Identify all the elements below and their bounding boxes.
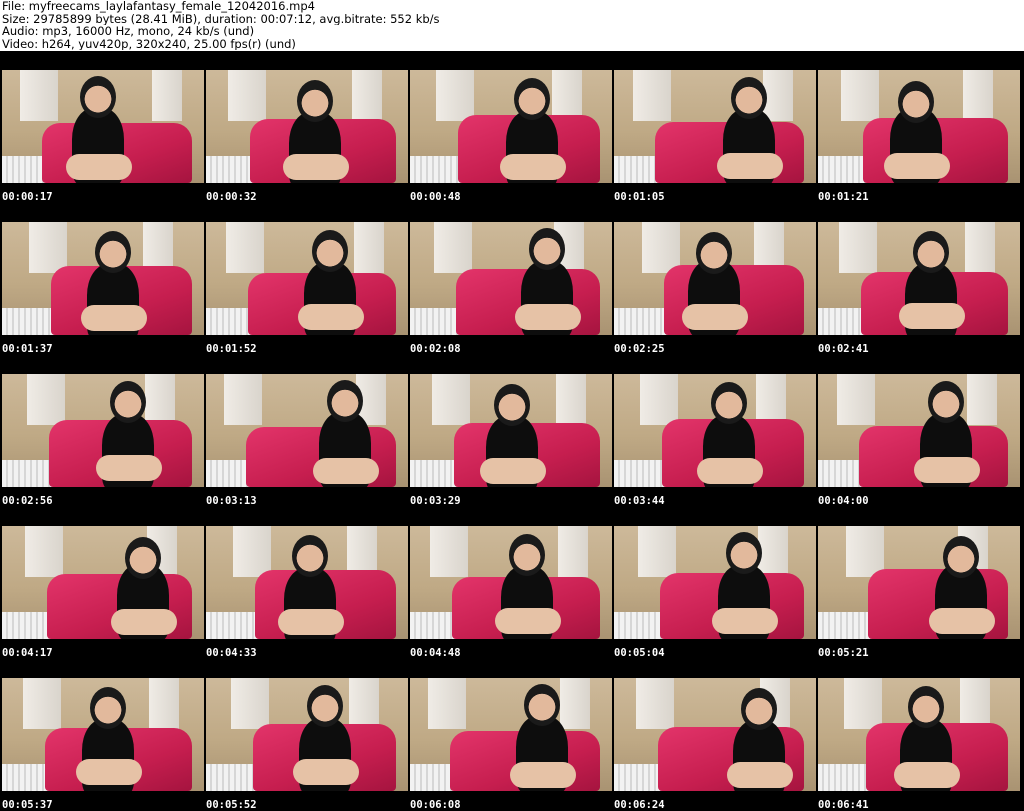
video-frame-thumbnail xyxy=(818,374,1020,487)
video-frame-thumbnail xyxy=(206,374,408,487)
thumbnail-cell: 00:03:29 xyxy=(408,355,612,507)
timestamp-label: 00:00:48 xyxy=(410,191,461,203)
video-frame-thumbnail xyxy=(2,70,204,183)
timestamp-label: 00:04:00 xyxy=(818,495,869,507)
timestamp-label: 00:05:52 xyxy=(206,799,257,811)
thumbnail-cell: 00:00:48 xyxy=(408,51,612,203)
timestamp-label: 00:02:56 xyxy=(2,495,53,507)
video-frame-thumbnail xyxy=(614,70,816,183)
thumbnail-cell: 00:03:13 xyxy=(204,355,408,507)
timestamp-label: 00:04:48 xyxy=(410,647,461,659)
timestamp-label: 00:01:37 xyxy=(2,343,53,355)
timestamp-label: 00:00:17 xyxy=(2,191,53,203)
thumbnail-cell: 00:00:32 xyxy=(204,51,408,203)
file-info-header: File: myfreecams_laylafantasy_female_120… xyxy=(0,0,1024,51)
timestamp-label: 00:06:08 xyxy=(410,799,461,811)
timestamp-label: 00:06:41 xyxy=(818,799,869,811)
thumbnail-grid: 00:00:17 00:00:32 00:00:48 00:01:05 00:01:21… xyxy=(0,51,1024,811)
thumbnail-cell: 00:04:00 xyxy=(816,355,1020,507)
video-frame-thumbnail xyxy=(410,678,612,791)
video-frame-thumbnail xyxy=(206,222,408,335)
timestamp-label: 00:03:44 xyxy=(614,495,665,507)
video-frame-thumbnail xyxy=(206,678,408,791)
video-frame-thumbnail xyxy=(614,374,816,487)
video-frame-thumbnail xyxy=(818,526,1020,639)
video-frame-thumbnail xyxy=(410,222,612,335)
timestamp-label: 00:06:24 xyxy=(614,799,665,811)
timestamp-label: 00:02:08 xyxy=(410,343,461,355)
thumbnail-cell: 00:06:41 xyxy=(816,659,1020,811)
timestamp-label: 00:01:52 xyxy=(206,343,257,355)
video-frame-thumbnail xyxy=(614,222,816,335)
audio-info-line: Audio: mp3, 16000 Hz, mono, 24 kb/s (und… xyxy=(2,25,255,38)
thumbnail-cell: 00:02:56 xyxy=(0,355,204,507)
video-frame-thumbnail xyxy=(614,526,816,639)
timestamp-label: 00:02:41 xyxy=(818,343,869,355)
timestamp-label: 00:05:21 xyxy=(818,647,869,659)
video-frame-thumbnail xyxy=(410,526,612,639)
video-frame-thumbnail xyxy=(206,526,408,639)
video-frame-thumbnail xyxy=(206,70,408,183)
thumbnail-cell: 00:01:37 xyxy=(0,203,204,355)
thumbnail-cell: 00:02:41 xyxy=(816,203,1020,355)
thumbnail-cell: 00:01:21 xyxy=(816,51,1020,203)
timestamp-label: 00:01:21 xyxy=(818,191,869,203)
video-frame-thumbnail xyxy=(818,222,1020,335)
video-frame-thumbnail xyxy=(2,374,204,487)
file-name-line: File: myfreecams_laylafantasy_female_120… xyxy=(2,0,315,13)
video-frame-thumbnail xyxy=(2,526,204,639)
thumbnail-cell: 00:05:52 xyxy=(204,659,408,811)
timestamp-label: 00:01:05 xyxy=(614,191,665,203)
thumbnail-cell: 00:03:44 xyxy=(612,355,816,507)
thumbnail-cell: 00:01:52 xyxy=(204,203,408,355)
timestamp-label: 00:05:37 xyxy=(2,799,53,811)
thumbnail-cell: 00:01:05 xyxy=(612,51,816,203)
video-frame-thumbnail xyxy=(2,678,204,791)
timestamp-label: 00:03:13 xyxy=(206,495,257,507)
thumbnail-cell: 00:00:17 xyxy=(0,51,204,203)
timestamp-label: 00:02:25 xyxy=(614,343,665,355)
timestamp-label: 00:04:33 xyxy=(206,647,257,659)
timestamp-label: 00:05:04 xyxy=(614,647,665,659)
thumbnail-cell: 00:02:08 xyxy=(408,203,612,355)
video-frame-thumbnail xyxy=(410,374,612,487)
thumbnail-cell: 00:04:17 xyxy=(0,507,204,659)
timestamp-label: 00:00:32 xyxy=(206,191,257,203)
video-frame-thumbnail xyxy=(614,678,816,791)
video-frame-thumbnail xyxy=(818,678,1020,791)
thumbnail-cell: 00:02:25 xyxy=(612,203,816,355)
file-size-line: Size: 29785899 bytes (28.41 MiB), durati… xyxy=(2,12,440,25)
video-info-line: Video: h264, yuv420p, 320x240, 25.00 fps… xyxy=(2,37,296,50)
thumbnail-cell: 00:04:33 xyxy=(204,507,408,659)
timestamp-label: 00:03:29 xyxy=(410,495,461,507)
timestamp-label: 00:04:17 xyxy=(2,647,53,659)
thumbnail-cell: 00:04:48 xyxy=(408,507,612,659)
thumbnail-cell: 00:05:04 xyxy=(612,507,816,659)
video-frame-thumbnail xyxy=(410,70,612,183)
thumbnail-cell: 00:05:37 xyxy=(0,659,204,811)
video-frame-thumbnail xyxy=(818,70,1020,183)
thumbnail-cell: 00:05:21 xyxy=(816,507,1020,659)
thumbnail-cell: 00:06:24 xyxy=(612,659,816,811)
video-frame-thumbnail xyxy=(2,222,204,335)
thumbnail-cell: 00:06:08 xyxy=(408,659,612,811)
